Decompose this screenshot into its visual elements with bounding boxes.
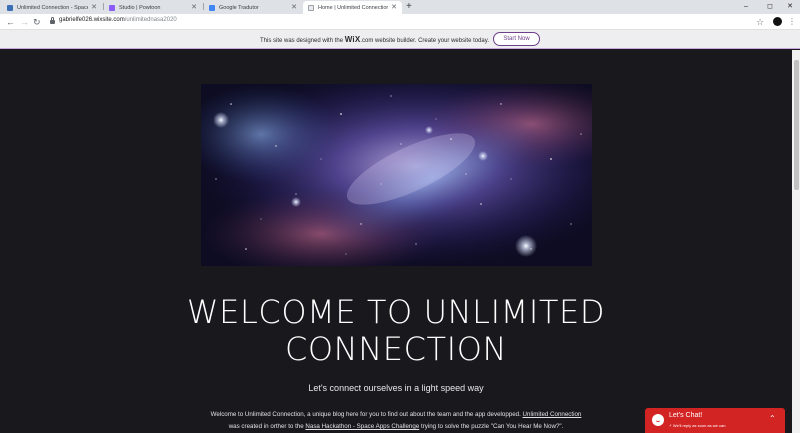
forward-arrow-icon[interactable]: →	[20, 15, 29, 29]
tab-label: Unlimited Connection - Space A	[17, 4, 89, 11]
tab-powtoon[interactable]: Studio | Powtoon ✕	[104, 1, 202, 14]
close-window-button[interactable]: ✕	[778, 0, 800, 14]
page-subtitle: Let's connect ourselves in a light speed…	[308, 383, 484, 393]
google-translate-favicon-icon	[209, 4, 215, 11]
scrollbar-thumb[interactable]	[794, 60, 799, 190]
chat-title: Let's Chat!	[669, 412, 703, 419]
lock-icon[interactable]	[50, 17, 55, 24]
galaxy-hero-image	[201, 84, 592, 266]
chat-reply-note: ⚡ We'll reply as soon as we can	[669, 423, 726, 428]
bookmark-star-icon[interactable]: ☆	[756, 15, 764, 29]
url-text[interactable]: gabrielfe026.wixsite.com/unlimitednasa20…	[59, 17, 177, 23]
chevron-up-icon[interactable]: ⌃	[769, 414, 776, 423]
tab-label: Google Tradutor	[219, 4, 259, 11]
close-tab-icon[interactable]: ✕	[391, 4, 397, 11]
minimize-button[interactable]: –	[734, 0, 758, 14]
title-line-2: CONNECTION	[284, 330, 508, 368]
profile-avatar[interactable]	[773, 17, 782, 26]
reload-icon[interactable]: ↻	[33, 15, 41, 29]
chat-bubble-icon	[652, 414, 664, 426]
wix-logo: WiX	[344, 34, 361, 44]
title-line-1: WELCOME TO UNLIMITED	[186, 293, 606, 331]
tab-label: Studio | Powtoon	[119, 4, 161, 11]
chat-widget[interactable]: Let's Chat! ⚡ We'll reply as soon as we …	[645, 408, 785, 433]
site-favicon-icon	[7, 4, 13, 11]
browser-toolbar: ← → ↻ gabrielfe026.wixsite.com/unlimited…	[0, 14, 800, 30]
space-apps-challenge-link[interactable]: Nasa Hackathon - Space Apps Challenge	[305, 423, 419, 430]
browser-tab-strip: Unlimited Connection - Space A ✕ Studio …	[0, 0, 800, 14]
tab-label: Home | Unlimited Connection	[318, 4, 389, 11]
new-tab-button[interactable]: +	[406, 1, 412, 13]
close-tab-icon[interactable]: ✕	[291, 4, 297, 11]
tab-home-unlimited-connection[interactable]: Home | Unlimited Connection ✕	[303, 1, 402, 14]
close-tab-icon[interactable]: ✕	[91, 4, 97, 11]
close-tab-icon[interactable]: ✕	[191, 4, 197, 11]
powtoon-favicon-icon	[109, 4, 115, 11]
page-title: WELCOME TO UNLIMITED CONNECTION	[120, 294, 672, 368]
tab-unlimited-connection-space[interactable]: Unlimited Connection - Space A ✕	[2, 1, 102, 14]
intro-paragraph: Welcome to Unlimited Connection, a uniqu…	[210, 411, 582, 430]
back-arrow-icon[interactable]: ←	[6, 15, 15, 29]
menu-kebab-icon[interactable]: ⋮	[788, 15, 796, 29]
wix-promo-banner: This site was designed with the WiX.com …	[0, 30, 800, 49]
wix-banner-text: This site was designed with the WiX.com …	[260, 34, 489, 44]
start-now-button[interactable]: Start Now	[493, 32, 540, 46]
unlimited-connection-link[interactable]: Unlimited Connection	[523, 411, 582, 418]
tab-google-tradutor[interactable]: Google Tradutor ✕	[204, 1, 302, 14]
page-favicon-icon	[308, 4, 314, 11]
